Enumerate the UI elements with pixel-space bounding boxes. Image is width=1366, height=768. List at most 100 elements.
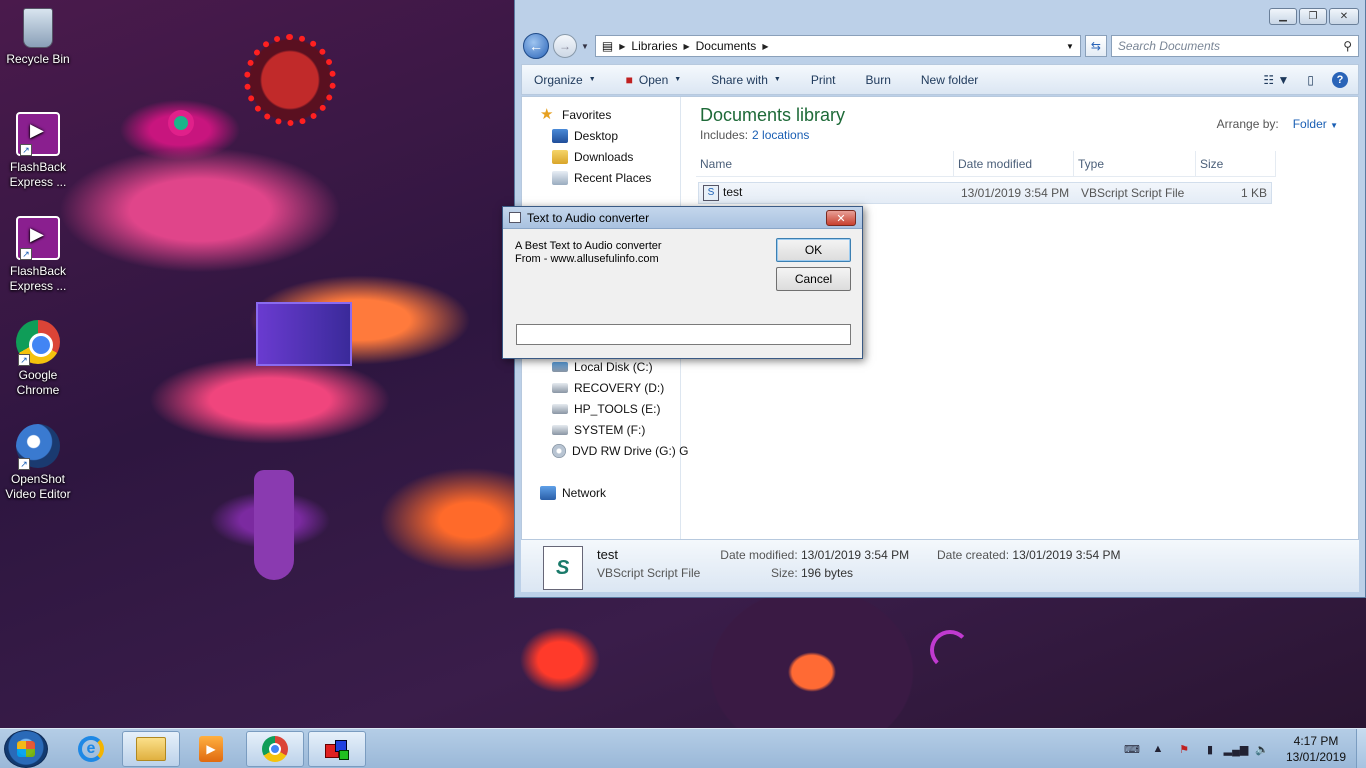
details-file-type: VBScript Script File bbox=[597, 566, 701, 580]
desktop-icon-label: FlashBack Express ... bbox=[9, 160, 67, 189]
ok-button[interactable]: OK bbox=[776, 238, 851, 262]
breadcrumb-documents[interactable]: Documents bbox=[696, 39, 757, 53]
new-folder-label: New folder bbox=[920, 72, 979, 87]
volume-icon[interactable]: 🔈 bbox=[1254, 742, 1270, 756]
breadcrumb-chevron-icon[interactable]: ▶ bbox=[762, 42, 768, 51]
address-dropdown-icon[interactable]: ▼ bbox=[1066, 42, 1074, 51]
address-field[interactable]: ▤ ▶ Libraries ▶ Documents ▶ ▼ bbox=[594, 35, 1081, 57]
chevron-down-icon: ▼ bbox=[1330, 121, 1338, 130]
taskbar-google-chrome[interactable] bbox=[246, 731, 304, 767]
column-date-modified[interactable]: Date modified bbox=[954, 151, 1074, 176]
dialog-close-button[interactable]: ✕ bbox=[826, 210, 856, 226]
desktop-icon-flashback-1[interactable]: ↗ FlashBack Express ... bbox=[0, 112, 76, 190]
text-input-field[interactable] bbox=[516, 324, 851, 345]
nav-label: DVD RW Drive (G:) G bbox=[572, 444, 689, 458]
print-button[interactable]: Print bbox=[811, 73, 836, 87]
column-headers: Name Date modified Type Size bbox=[696, 151, 1276, 177]
nav-recovery[interactable]: RECOVERY (D:) bbox=[552, 381, 664, 395]
internet-explorer-icon: e bbox=[78, 736, 104, 762]
recycle-bin-icon bbox=[23, 8, 53, 48]
network-icon bbox=[540, 486, 556, 500]
desktop-icon-flashback-2[interactable]: ↗ FlashBack Express ... bbox=[0, 216, 76, 294]
dialog-title: Text to Audio converter bbox=[527, 210, 650, 225]
maximize-button[interactable]: ❐ bbox=[1299, 8, 1327, 25]
shortcut-arrow-icon: ↗ bbox=[18, 354, 30, 366]
burn-label: Burn bbox=[865, 72, 891, 87]
refresh-button[interactable]: ⇆ bbox=[1084, 35, 1107, 57]
nav-favorites[interactable]: ★ Favorites bbox=[540, 107, 611, 123]
wallpaper-swirl bbox=[168, 110, 194, 136]
start-button[interactable] bbox=[4, 730, 48, 768]
library-title: Documents library bbox=[700, 105, 846, 125]
flashback-icon: ↗ bbox=[16, 216, 60, 260]
column-name[interactable]: Name bbox=[696, 151, 954, 176]
includes-locations-link[interactable]: 2 locations bbox=[752, 128, 809, 142]
new-folder-button[interactable]: New folder bbox=[921, 73, 978, 87]
help-icon[interactable]: ? bbox=[1332, 71, 1348, 88]
nav-label: Local Disk (C:) bbox=[574, 360, 653, 374]
show-desktop-button[interactable] bbox=[1356, 729, 1366, 768]
details-modified-label: Date modified: bbox=[720, 548, 798, 562]
media-player-icon: ▶ bbox=[199, 736, 223, 762]
network-signal-icon[interactable]: ▂▄▆ bbox=[1224, 742, 1249, 756]
show-hidden-icons-icon[interactable]: ▲ bbox=[1150, 742, 1166, 756]
desktop-icon-label: OpenShot Video Editor bbox=[5, 472, 71, 501]
nav-dvd-drive[interactable]: DVD RW Drive (G:) G bbox=[552, 444, 688, 458]
breadcrumb-chevron-icon[interactable]: ▶ bbox=[619, 42, 625, 51]
nav-network[interactable]: Network bbox=[540, 486, 606, 500]
arrange-by-dropdown[interactable]: Folder ▼ bbox=[1293, 117, 1338, 131]
address-bar-row: ← → ▼ ▤ ▶ Libraries ▶ Documents ▶ ▼ ⇆ Se… bbox=[523, 32, 1359, 60]
burn-button[interactable]: Burn bbox=[866, 73, 891, 87]
breadcrumb-libraries[interactable]: Libraries bbox=[631, 39, 677, 53]
nav-label: Recent Places bbox=[574, 171, 652, 185]
desktop-icon-openshot[interactable]: ↗ OpenShot Video Editor bbox=[0, 424, 76, 502]
details-pane: test VBScript Script File Date modified:… bbox=[521, 540, 1359, 592]
column-size[interactable]: Size bbox=[1196, 151, 1276, 176]
hard-drive-icon bbox=[552, 425, 568, 435]
recent-pages-dropdown[interactable]: ▼ bbox=[581, 42, 589, 51]
power-icon[interactable]: ▮ bbox=[1202, 742, 1218, 756]
search-input[interactable]: Search Documents ⚲ bbox=[1110, 35, 1359, 57]
downloads-folder-icon bbox=[552, 150, 568, 164]
close-button[interactable]: ✕ bbox=[1329, 8, 1359, 25]
nav-desktop[interactable]: Desktop bbox=[552, 129, 618, 143]
taskbar-windows-explorer[interactable] bbox=[122, 731, 180, 767]
chevron-down-icon: ▼ bbox=[588, 76, 596, 83]
minimize-button[interactable]: ▁ bbox=[1269, 8, 1297, 25]
open-button[interactable]: ■ Open ▼ bbox=[626, 73, 682, 87]
close-icon: ✕ bbox=[836, 212, 846, 225]
forward-button[interactable]: → bbox=[553, 34, 577, 58]
hard-drive-icon bbox=[552, 383, 568, 393]
clock[interactable]: 4:17 PM 13/01/2019 bbox=[1280, 733, 1352, 765]
search-icon[interactable]: ⚲ bbox=[1343, 39, 1352, 53]
nav-system[interactable]: SYSTEM (F:) bbox=[552, 423, 645, 437]
details-name-block: test VBScript Script File bbox=[597, 546, 707, 582]
back-button[interactable]: ← bbox=[523, 33, 549, 59]
file-name-cell: Stest bbox=[699, 185, 957, 201]
column-type[interactable]: Type bbox=[1074, 151, 1196, 176]
taskbar-script-host[interactable] bbox=[308, 731, 366, 767]
nav-hp-tools[interactable]: HP_TOOLS (E:) bbox=[552, 402, 660, 416]
chevron-down-icon: ▼ bbox=[773, 76, 781, 83]
taskbar-media-player[interactable]: ▶ bbox=[182, 731, 240, 767]
action-center-icon[interactable]: ⚑ bbox=[1176, 742, 1192, 756]
breadcrumb-chevron-icon[interactable]: ▶ bbox=[683, 42, 689, 51]
view-options-icon[interactable]: ☷ ▼ bbox=[1263, 73, 1289, 87]
shortcut-arrow-icon: ↗ bbox=[18, 458, 30, 470]
file-row[interactable]: Stest 13/01/2019 3:54 PM VBScript Script… bbox=[698, 182, 1272, 204]
desktop-icon-google-chrome[interactable]: ↗ Google Chrome bbox=[0, 320, 76, 398]
system-tray: ⌨ ▲ ⚑ ▮ ▂▄▆ 🔈 4:17 PM 13/01/2019 bbox=[1124, 729, 1352, 768]
shortcut-arrow-icon: ↗ bbox=[20, 248, 32, 260]
keyboard-icon[interactable]: ⌨ bbox=[1124, 742, 1140, 756]
desktop-icon-recycle-bin[interactable]: Recycle Bin bbox=[0, 8, 76, 67]
organize-button[interactable]: Organize ▼ bbox=[534, 73, 596, 87]
taskbar-internet-explorer[interactable]: e bbox=[62, 731, 120, 767]
cancel-button[interactable]: Cancel bbox=[776, 267, 851, 291]
nav-downloads[interactable]: Downloads bbox=[552, 150, 633, 164]
chevron-down-icon: ▼ bbox=[674, 76, 682, 83]
view-controls: ☷ ▼ ▯ ? bbox=[1263, 71, 1358, 88]
nav-local-disk[interactable]: Local Disk (C:) bbox=[552, 360, 653, 374]
share-with-button[interactable]: Share with ▼ bbox=[711, 73, 781, 87]
preview-pane-icon[interactable]: ▯ bbox=[1307, 73, 1314, 87]
nav-recent-places[interactable]: Recent Places bbox=[552, 171, 651, 185]
